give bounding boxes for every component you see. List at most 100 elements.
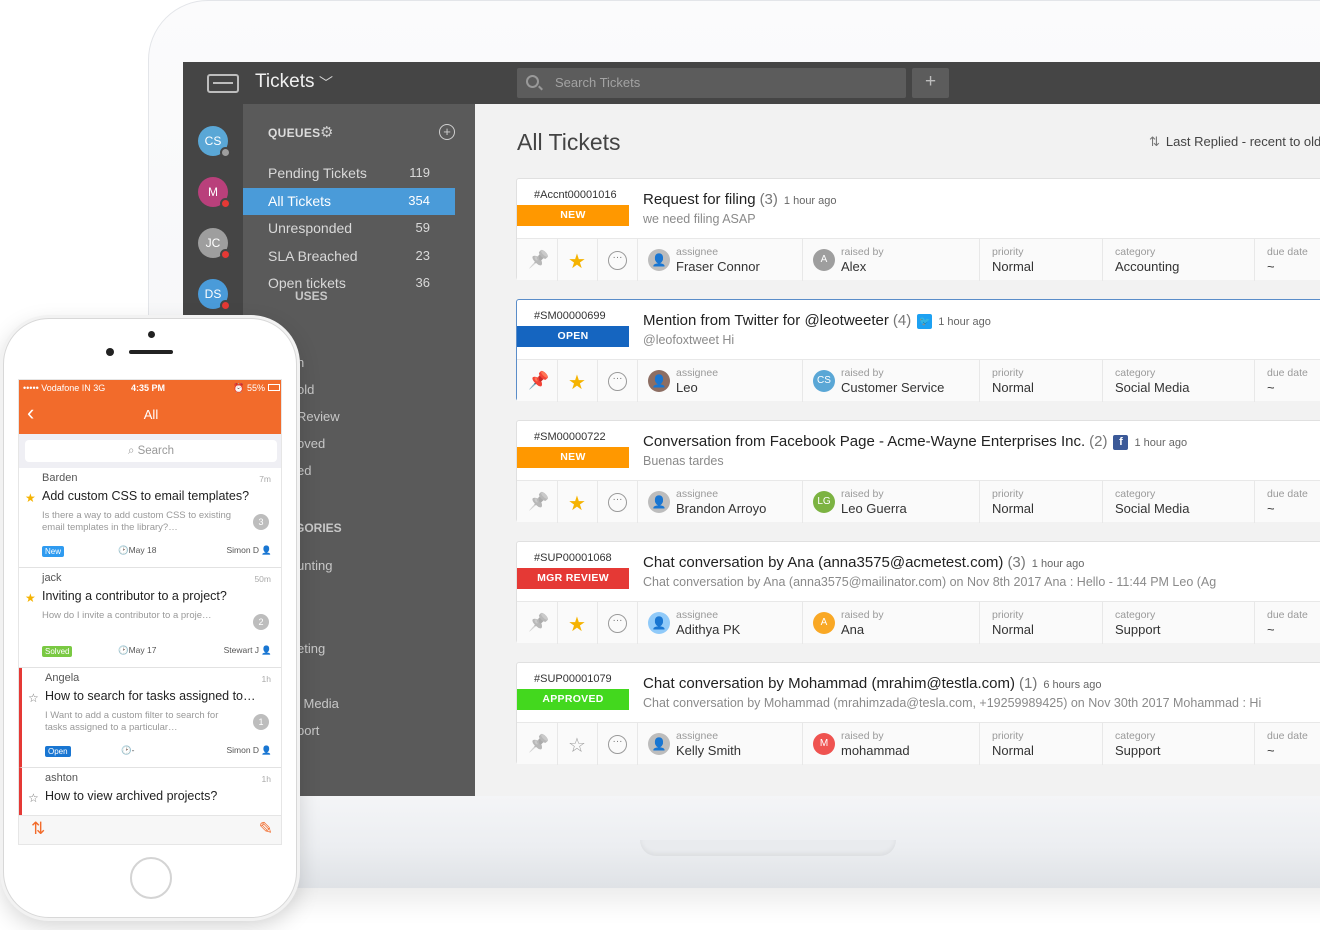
- raised-by-field[interactable]: LG raised by Leo Guerra: [802, 481, 979, 523]
- raised-by-field[interactable]: Araised by Alex: [802, 239, 979, 281]
- cell-divider: [597, 360, 598, 402]
- menu-icon[interactable]: [207, 74, 239, 93]
- star-icon[interactable]: ★: [568, 612, 586, 637]
- agent-avatar[interactable]: CS: [198, 126, 231, 158]
- priority-field[interactable]: priority Normal: [979, 602, 1102, 644]
- field-label: assignee: [676, 488, 719, 500]
- assignee-field[interactable]: 👤 assignee Adithya PK: [637, 602, 802, 644]
- reply-count: (3): [759, 191, 778, 208]
- ticket-card[interactable]: #SM00000722 NEW Conversation from Facebook…: [516, 420, 1320, 523]
- star-icon[interactable]: ★: [568, 370, 586, 395]
- ticket-snippet: @leofoxtweet Hi: [643, 333, 735, 347]
- more-options-icon[interactable]: ···: [608, 493, 627, 512]
- pin-icon[interactable]: 📌: [528, 371, 549, 391]
- field-label: category: [1115, 488, 1156, 500]
- ticket-list-item[interactable]: Barden 7m ★ Add custom CSS to email templat…: [19, 468, 281, 568]
- compose-icon[interactable]: ✎: [259, 819, 273, 839]
- chevron-down-icon[interactable]: ﹀: [319, 73, 333, 93]
- ticket-card[interactable]: #SM00000699 OPEN Mention from Twitter for …: [516, 299, 1320, 402]
- queue-item[interactable]: Pending Tickets 119: [243, 160, 455, 187]
- ticket-card[interactable]: #Accnt00001016 NEW Request for filing (3) 1 …: [516, 178, 1320, 281]
- due-date-field[interactable]: due date ~: [1254, 360, 1320, 402]
- priority-field[interactable]: priority Normal: [979, 481, 1102, 523]
- agent-initials: JC: [205, 236, 221, 250]
- star-icon[interactable]: ☆: [28, 791, 39, 805]
- category-field[interactable]: category Social Media: [1102, 360, 1254, 402]
- priority-field[interactable]: priority Normal: [979, 239, 1102, 281]
- item-subject: Add custom CSS to email templates?: [42, 489, 250, 503]
- star-icon[interactable]: ★: [568, 491, 586, 516]
- due-date-field[interactable]: due date ~: [1254, 239, 1320, 281]
- presence-dot: [220, 147, 231, 158]
- queue-item[interactable]: All Tickets 354: [243, 187, 455, 215]
- pin-icon[interactable]: 📌: [528, 734, 549, 754]
- item-time: 7m: [259, 474, 271, 484]
- pin-icon[interactable]: 📌: [528, 250, 549, 270]
- ticket-list-item[interactable]: jack 50m ★ Inviting a contributor to a proj…: [19, 568, 281, 668]
- priority-field[interactable]: priority Normal: [979, 723, 1102, 765]
- ticket-subject[interactable]: Request for filing (3) 1 hour ago: [643, 191, 837, 208]
- ticket-subject[interactable]: Chat conversation by Mohammad (mrahim@te…: [643, 675, 1101, 692]
- star-icon[interactable]: ☆: [28, 691, 39, 705]
- queue-item[interactable]: Open tickets 36: [243, 270, 455, 297]
- due-date-field[interactable]: due date ~: [1254, 602, 1320, 644]
- avatar: A: [813, 612, 835, 634]
- add-queue-button[interactable]: +: [439, 124, 455, 140]
- star-icon[interactable]: ★: [25, 491, 36, 505]
- field-value: Social Media: [1115, 380, 1190, 395]
- search-placeholder: Search Tickets: [555, 75, 641, 90]
- search-input[interactable]: Search Tickets: [517, 68, 906, 98]
- item-date: 🕑May 17: [118, 645, 156, 656]
- category-field[interactable]: category Support: [1102, 602, 1254, 644]
- status-badge: Solved: [42, 646, 73, 657]
- ticket-subject[interactable]: Mention from Twitter for @leotweeter (4) 🐦…: [643, 312, 991, 329]
- category-field[interactable]: category Social Media: [1102, 481, 1254, 523]
- star-icon[interactable]: ★: [25, 591, 36, 605]
- gear-icon[interactable]: ⚙: [320, 123, 333, 141]
- ticket-list-item[interactable]: Angela 1h ☆ How to search for tasks assigne…: [19, 668, 281, 768]
- phone-search-input[interactable]: ⌕ Search: [25, 440, 277, 462]
- assignee-field[interactable]: 👤 assignee Leo: [637, 360, 802, 402]
- requester-name: ashton: [45, 772, 79, 784]
- assignee-field[interactable]: 👤 assignee Brandon Arroyo: [637, 481, 802, 523]
- queue-item[interactable]: SLA Breached 23: [243, 243, 455, 270]
- category-field[interactable]: category Support: [1102, 723, 1254, 765]
- more-options-icon[interactable]: ···: [608, 251, 627, 270]
- raised-by-field[interactable]: Mraised by mohammad: [802, 723, 979, 765]
- more-options-icon[interactable]: ···: [608, 614, 627, 633]
- home-button[interactable]: [130, 857, 172, 899]
- queue-fragment: n: [297, 355, 305, 370]
- sort-selector[interactable]: ⇅ Last Replied - recent to olde: [1149, 134, 1320, 150]
- item-time: 50m: [254, 574, 271, 584]
- category-field[interactable]: category Accounting: [1102, 239, 1254, 281]
- ticket-card[interactable]: #SUP00001079 APPROVED Chat conversation by…: [516, 662, 1320, 765]
- due-date-field[interactable]: due date ~: [1254, 723, 1320, 765]
- field-value: ~: [1267, 501, 1275, 516]
- raised-by-field[interactable]: CS raised by Customer Service: [802, 360, 979, 402]
- requester-name: Barden: [42, 472, 78, 484]
- agent-avatar[interactable]: DS: [198, 279, 231, 311]
- star-icon[interactable]: ★: [568, 249, 586, 274]
- priority-field[interactable]: priority Normal: [979, 360, 1102, 402]
- sort-icon[interactable]: ⇅: [31, 819, 45, 839]
- ticket-card[interactable]: #SUP00001068 MGR REVIEW Chat conversation …: [516, 541, 1320, 644]
- queue-item[interactable]: Unresponded 59: [243, 215, 455, 242]
- ticket-subject[interactable]: Conversation from Facebook Page - Acme-W…: [643, 433, 1187, 450]
- agent-avatar[interactable]: M: [198, 177, 231, 209]
- ticket-age: 1 hour ago: [1031, 558, 1085, 570]
- cell-divider: [597, 481, 598, 523]
- star-icon[interactable]: ☆: [568, 733, 586, 758]
- pin-icon[interactable]: 📌: [528, 613, 549, 633]
- due-date-field[interactable]: due date ~: [1254, 481, 1320, 523]
- add-ticket-button[interactable]: +: [912, 68, 949, 98]
- pin-icon[interactable]: 📌: [528, 492, 549, 512]
- assignee-field[interactable]: 👤 assignee Kelly Smith: [637, 723, 802, 765]
- more-options-icon[interactable]: ···: [608, 372, 627, 391]
- queues-heading: QUEUES: [268, 126, 321, 140]
- app-title[interactable]: Tickets: [255, 71, 314, 93]
- ticket-subject[interactable]: Chat conversation by Ana (anna3575@acmet…: [643, 554, 1084, 571]
- assignee-field[interactable]: 👤 assignee Fraser Connor: [637, 239, 802, 281]
- more-options-icon[interactable]: ···: [608, 735, 627, 754]
- raised-by-field[interactable]: Araised by Ana: [802, 602, 979, 644]
- agent-avatar[interactable]: JC: [198, 228, 231, 260]
